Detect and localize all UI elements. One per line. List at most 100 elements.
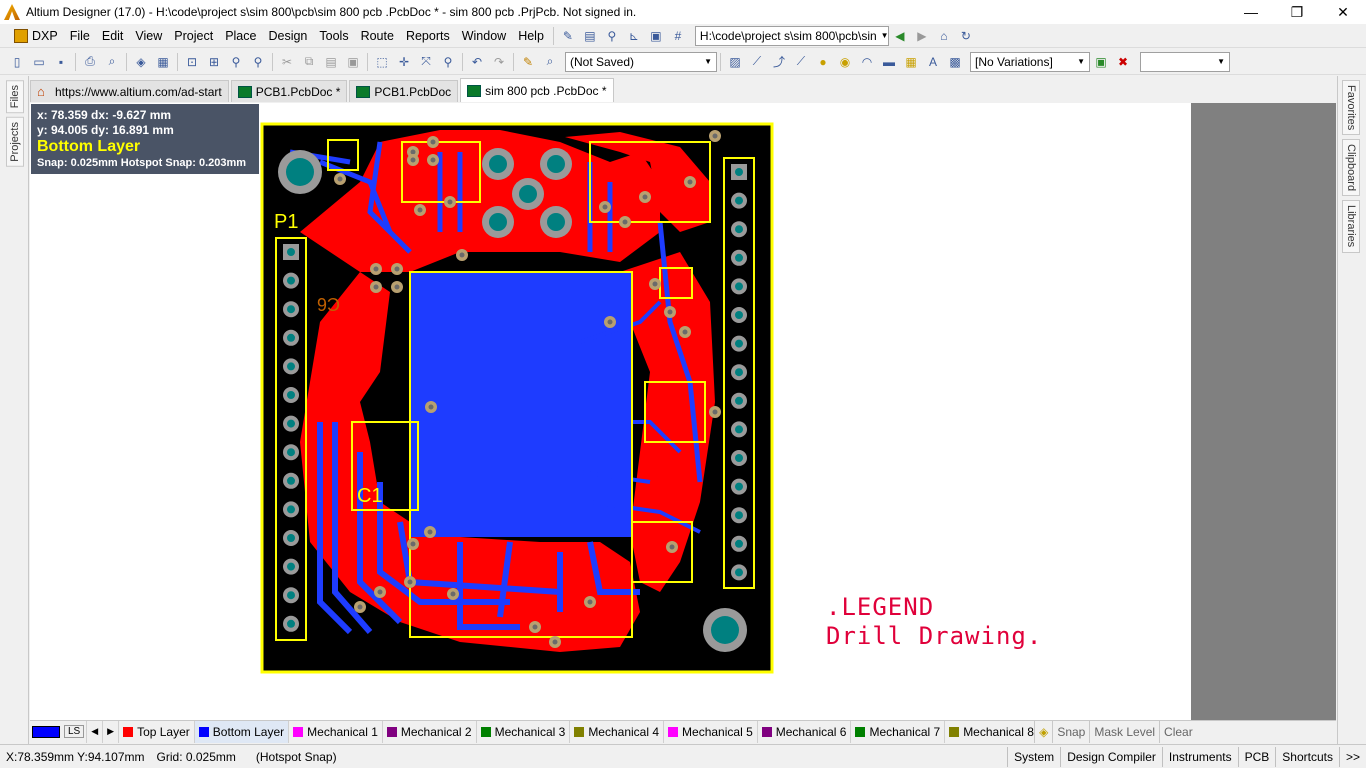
3d-view-icon[interactable]: ◈ <box>132 53 150 71</box>
layer-tab[interactable]: Mechanical 6 <box>758 720 852 743</box>
board-icon[interactable]: ▣ <box>1092 53 1110 71</box>
route-multiple-icon[interactable]: ⟋ <box>748 53 766 71</box>
favorites-panel-tab[interactable]: Favorites <box>1342 80 1360 136</box>
zoom-selected-icon[interactable]: ⚲ <box>227 53 245 71</box>
print-icon[interactable]: ⎙ <box>81 53 99 71</box>
menu-dxp[interactable]: DXP <box>8 28 64 43</box>
layer-tab[interactable]: Top Layer <box>119 720 195 743</box>
zoom-area-icon[interactable]: ⊞ <box>205 53 223 71</box>
layer-scroll-left-button[interactable]: ◀ <box>87 720 104 743</box>
menu-window[interactable]: Window <box>456 29 512 43</box>
tab-altium-start[interactable]: ⌂ https://www.altium.com/ad-start <box>30 80 229 102</box>
layer-scroll-right-button[interactable]: ▶ <box>103 720 120 743</box>
pcb-canvas[interactable]: P1 C1 C6 x: 78.359 dx: -9.627 mm y: 94.0… <box>30 103 1336 720</box>
deselect-icon[interactable]: ⤧ <box>417 53 435 71</box>
menu-help[interactable]: Help <box>512 29 550 43</box>
mask-level-button[interactable]: Mask Level <box>1089 720 1160 743</box>
forward-icon[interactable]: ▶ <box>913 27 931 45</box>
cut-icon[interactable]: ✂ <box>278 53 296 71</box>
undo-icon[interactable]: ↶ <box>468 53 486 71</box>
open-project-icon[interactable]: ▦ <box>154 53 172 71</box>
saved-state-combo[interactable]: (Not Saved) ▼ <box>565 51 717 72</box>
layer-tab[interactable]: Mechanical 3 <box>477 720 571 743</box>
interactive-routing-icon[interactable]: ▨ <box>726 53 744 71</box>
instruments-panel-button[interactable]: Instruments <box>1161 746 1238 767</box>
move-icon[interactable]: ✛ <box>395 53 413 71</box>
menu-edit[interactable]: Edit <box>96 29 130 43</box>
libraries-panel-tab[interactable]: Libraries <box>1342 200 1360 253</box>
projects-panel-tab[interactable]: Projects <box>6 117 24 167</box>
place-component-icon[interactable]: ▩ <box>946 53 964 71</box>
maximize-button[interactable]: ❐ <box>1274 0 1320 24</box>
clipboard-panel-tab[interactable]: Clipboard <box>1342 139 1360 197</box>
shortcuts-panel-button[interactable]: Shortcuts <box>1275 746 1339 767</box>
tab-pcb1-modified[interactable]: PCB1.PcbDoc * <box>230 80 348 102</box>
place-arc-icon[interactable]: ◠ <box>858 53 876 71</box>
more-panels-button[interactable]: >> <box>1338 746 1366 767</box>
layer-tab[interactable]: Mechanical 4 <box>570 720 665 743</box>
clear-filter-icon[interactable]: ⚲ <box>439 53 457 71</box>
place-via-icon[interactable]: ● <box>814 53 832 71</box>
menu-project[interactable]: Project <box>168 29 219 43</box>
place-pad-icon[interactable]: ◉ <box>836 53 854 71</box>
current-layer-swatch[interactable]: LS <box>30 720 88 743</box>
place-fill-icon[interactable]: ▬ <box>880 53 898 71</box>
layer-tab[interactable]: Bottom Layer <box>194 720 290 743</box>
clear-button[interactable]: Clear <box>1159 720 1197 743</box>
minimize-button[interactable]: — <box>1228 0 1274 24</box>
files-panel-tab[interactable]: Files <box>6 80 24 114</box>
pcb-panel-button[interactable]: PCB <box>1237 746 1276 767</box>
redo-icon[interactable]: ↷ <box>490 53 508 71</box>
layer-tab[interactable]: Mechanical 8 <box>945 721 1034 743</box>
paste-icon[interactable]: ▤ <box>322 53 340 71</box>
pencil-icon[interactable]: ✎ <box>559 27 577 45</box>
filter-icon[interactable]: ⚲ <box>603 27 621 45</box>
empty-combo[interactable]: ▼ <box>1140 51 1230 72</box>
layer-tab[interactable]: Mechanical 7 <box>851 720 946 743</box>
menu-route[interactable]: Route <box>355 29 400 43</box>
layer-tab[interactable]: Mechanical 1 <box>289 720 383 743</box>
room-icon[interactable]: ▣ <box>647 27 665 45</box>
cross-probe-icon[interactable]: ✎ <box>519 53 537 71</box>
tune-length-icon[interactable]: ⟋ <box>792 53 810 71</box>
design-compiler-panel-button[interactable]: Design Compiler <box>1060 746 1162 767</box>
open-folder-icon[interactable]: ▭ <box>30 53 48 71</box>
zoom-fit-icon[interactable]: ⊡ <box>183 53 201 71</box>
browse-icon[interactable]: ⌕ <box>541 53 559 71</box>
variations-combo[interactable]: [No Variations] ▼ <box>970 51 1090 72</box>
new-file-icon[interactable]: ▯ <box>8 53 26 71</box>
place-polygon-icon[interactable]: ▦ <box>902 53 920 71</box>
refresh-icon[interactable]: ↻ <box>957 27 975 45</box>
home-icon[interactable]: ⌂ <box>935 27 953 45</box>
menu-view[interactable]: View <box>129 29 168 43</box>
menu-place[interactable]: Place <box>219 29 262 43</box>
print-preview-icon[interactable]: ⌕ <box>103 53 121 71</box>
zoom-filter-icon[interactable]: ⚲ <box>249 53 267 71</box>
grid-icon[interactable]: # <box>669 27 687 45</box>
layer-tab[interactable]: Mechanical 2 <box>383 720 477 743</box>
rubber-stamp-icon[interactable]: ▣ <box>344 53 362 71</box>
menu-tools[interactable]: Tools <box>313 29 354 43</box>
tab-sim800-pcb[interactable]: sim 800 pcb .PcbDoc * <box>460 78 614 102</box>
clear-board-icon[interactable]: ✖ <box>1114 53 1132 71</box>
layer-tab[interactable]: Mechanical 5 <box>664 720 758 743</box>
menu-file[interactable]: File <box>64 29 96 43</box>
tab-pcb1[interactable]: PCB1.PcbDoc <box>349 80 459 102</box>
menu-reports[interactable]: Reports <box>400 29 456 43</box>
pcb-board[interactable]: P1 C1 C6 <box>260 122 775 675</box>
close-button[interactable]: ✕ <box>1320 0 1366 24</box>
system-panel-button[interactable]: System <box>1007 746 1060 767</box>
align-icon[interactable]: ▤ <box>581 27 599 45</box>
snap-button[interactable]: Snap <box>1052 720 1090 743</box>
place-string-icon[interactable]: A <box>924 53 942 71</box>
path-combo[interactable]: H:\code\project s\sim 800\pcb\sin ▼ <box>694 25 889 46</box>
copy-icon[interactable]: ⧉ <box>300 53 318 71</box>
ruler-icon[interactable]: ⊾ <box>625 27 643 45</box>
select-area-icon[interactable]: ⬚ <box>373 53 391 71</box>
separator <box>552 26 554 45</box>
diff-pair-icon[interactable]: ⤴ <box>770 53 788 71</box>
save-icon[interactable]: ▪ <box>52 53 70 71</box>
back-icon[interactable]: ◀ <box>891 27 909 45</box>
layer-set-icon[interactable]: ◈ <box>1034 720 1053 743</box>
menu-design[interactable]: Design <box>262 29 313 43</box>
